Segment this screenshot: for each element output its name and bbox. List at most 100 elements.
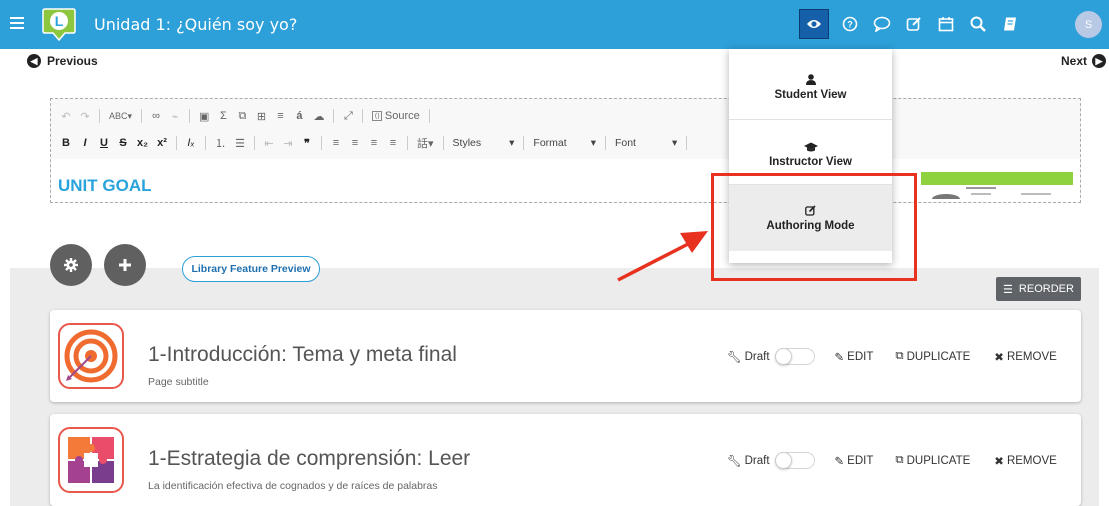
previous-label: Previous	[47, 54, 98, 68]
source-button[interactable]: ⟨⟩ Source	[372, 110, 420, 122]
next-link[interactable]: Next ▶	[1061, 51, 1107, 71]
draft-toggle[interactable]	[774, 348, 815, 365]
toolbar-separator	[99, 109, 100, 123]
duplicate-label: DUPLICATE	[906, 454, 971, 467]
remove-label: REMOVE	[1006, 454, 1057, 467]
superscript-icon[interactable]: x²	[157, 137, 167, 149]
settings-button[interactable]	[50, 244, 92, 286]
library-feature-preview-button[interactable]: Library Feature Preview	[182, 256, 320, 282]
next-label: Next	[1061, 54, 1088, 68]
align-left-icon[interactable]: ≡	[331, 137, 341, 149]
toolbar-separator	[362, 109, 364, 123]
toolbar-separator	[442, 136, 444, 150]
svg-text:?: ?	[847, 20, 853, 30]
thumbnail-content-icon	[932, 187, 1051, 199]
remove-button[interactable]: ✖ REMOVE	[994, 350, 1056, 364]
draft-toggle[interactable]	[774, 452, 815, 469]
numbered-list-icon[interactable]: ⒈	[215, 135, 226, 151]
comments-icon[interactable]	[867, 9, 897, 39]
align-center-icon[interactable]: ≡	[350, 137, 360, 149]
draft-label: Draft	[744, 350, 770, 363]
search-icon[interactable]	[963, 9, 993, 39]
editor-toolbar-row-1: ↶ ↷ ABC▾ ∞ ⌁ ▣ Σ ⧉ ⊞ ≡ á ☁ ⤢ ⟨⟩ Source	[61, 105, 430, 127]
page-actions: 🔧︎ Draft ✎ EDIT ⧉ DUPLICATE ✖ REMOVE	[727, 348, 1057, 365]
remove-label: REMOVE	[1006, 350, 1057, 363]
underline-icon[interactable]: U	[99, 137, 109, 149]
edit-button[interactable]: ✎ EDIT	[835, 454, 874, 468]
duplicate-button[interactable]: ⧉ DUPLICATE	[895, 350, 970, 363]
blockquote-icon[interactable]: ❞	[302, 137, 312, 150]
strikethrough-icon[interactable]: S	[118, 137, 128, 149]
app-logo[interactable]: L	[39, 7, 79, 42]
cloud-upload-icon[interactable]: ☁	[313, 110, 324, 123]
page-card[interactable]: 1-Estrategia de comprensión: Leer La ide…	[50, 414, 1081, 506]
outdent-icon[interactable]: ⇤	[264, 137, 274, 150]
toolbar-separator	[176, 136, 178, 150]
spellcheck-icon[interactable]: ABC▾	[109, 111, 132, 122]
edit-button[interactable]: ✎ EDIT	[835, 350, 874, 364]
edit-label: EDIT	[847, 350, 874, 363]
page-title[interactable]: 1-Estrategia de comprensión: Leer	[148, 447, 470, 471]
page-subtitle: La identificación efectiva de cognados y…	[148, 480, 438, 492]
course-title: Unidad 1: ¿Quién soy yo?	[94, 15, 298, 34]
align-right-icon[interactable]: ≡	[369, 137, 379, 149]
language-icon[interactable]: 話▾	[417, 135, 434, 151]
user-avatar[interactable]: S	[1075, 11, 1102, 38]
help-icon[interactable]: ?	[835, 9, 865, 39]
indent-icon[interactable]: ⇥	[283, 137, 293, 150]
toolbar-separator	[321, 136, 323, 150]
styles-dropdown[interactable]: Styles ▾	[453, 137, 515, 149]
close-icon: ✖	[994, 351, 1004, 364]
media-embed-icon[interactable]: ⧉	[237, 110, 247, 123]
add-page-button[interactable]	[104, 244, 146, 286]
source-icon: ⟨⟩	[372, 111, 382, 121]
toolbar-separator	[686, 136, 688, 150]
page-card[interactable]: 1-Introducción: Tema y meta final Page s…	[50, 310, 1081, 402]
list-icon: ☰	[1003, 283, 1013, 296]
align-justify-icon[interactable]: ≡	[388, 137, 398, 149]
math-sigma-icon[interactable]: Σ	[218, 110, 228, 122]
notebook-icon[interactable]	[995, 9, 1025, 39]
undo-icon[interactable]: ↶	[61, 110, 71, 123]
draft-toggle-group: 🔧︎ Draft	[727, 348, 815, 365]
remove-button[interactable]: ✖ REMOVE	[994, 454, 1056, 468]
previous-link[interactable]: ◀ Previous	[27, 51, 98, 71]
format-dropdown[interactable]: Format ▾	[533, 137, 596, 149]
bold-icon[interactable]: B	[61, 137, 71, 149]
maximize-icon[interactable]: ⤢	[343, 110, 353, 123]
table-icon[interactable]: ⊞	[256, 110, 266, 123]
link-icon[interactable]: ∞	[151, 110, 161, 122]
source-label: Source	[384, 110, 420, 122]
unlink-icon[interactable]: ⌁	[170, 110, 180, 123]
arrow-right-icon: ▶	[1092, 54, 1107, 68]
annotation-highlight-box	[711, 173, 917, 281]
hamburger-menu-icon[interactable]	[10, 17, 24, 29]
page-title[interactable]: 1-Introducción: Tema y meta final	[148, 343, 457, 367]
arrow-left-icon: ◀	[27, 54, 41, 68]
bulleted-list-icon[interactable]: ☰	[235, 137, 245, 150]
copy-icon: ⧉	[895, 350, 904, 362]
redo-icon[interactable]: ↷	[80, 110, 90, 123]
edit-notes-icon[interactable]	[899, 9, 929, 39]
close-icon: ✖	[994, 455, 1004, 468]
subscript-icon[interactable]: x₂	[137, 137, 148, 149]
toolbar-separator	[604, 136, 606, 150]
duplicate-button[interactable]: ⧉ DUPLICATE	[895, 454, 970, 467]
chevron-down-icon: ▾	[671, 137, 678, 149]
remove-format-icon[interactable]: Iₓ	[186, 137, 196, 149]
calendar-icon[interactable]	[931, 9, 961, 39]
student-view-option[interactable]: Student View	[729, 54, 892, 120]
top-bar: L Unidad 1: ¿Quién soy yo? ? S	[0, 0, 1109, 49]
font-dropdown[interactable]: Font ▾	[615, 137, 677, 149]
reorder-button[interactable]: ☰ REORDER	[996, 277, 1081, 301]
horizontal-rule-icon[interactable]: ≡	[275, 110, 285, 122]
image-icon[interactable]: ▣	[199, 110, 209, 123]
menu-divider	[729, 119, 892, 120]
wrench-icon: 🔧︎	[727, 455, 742, 468]
view-mode-eye-icon[interactable]	[799, 9, 829, 39]
editor-toolbar-row-2: B I U S x₂ x² Iₓ ⒈ ☰ ⇤ ⇥ ❞ ≡ ≡ ≡ ≡ 話▾ St…	[61, 132, 688, 154]
italic-icon[interactable]: I	[80, 137, 90, 149]
draft-toggle-group: 🔧︎ Draft	[727, 452, 815, 469]
toolbar-separator	[205, 136, 207, 150]
special-character-icon[interactable]: á	[294, 110, 304, 122]
